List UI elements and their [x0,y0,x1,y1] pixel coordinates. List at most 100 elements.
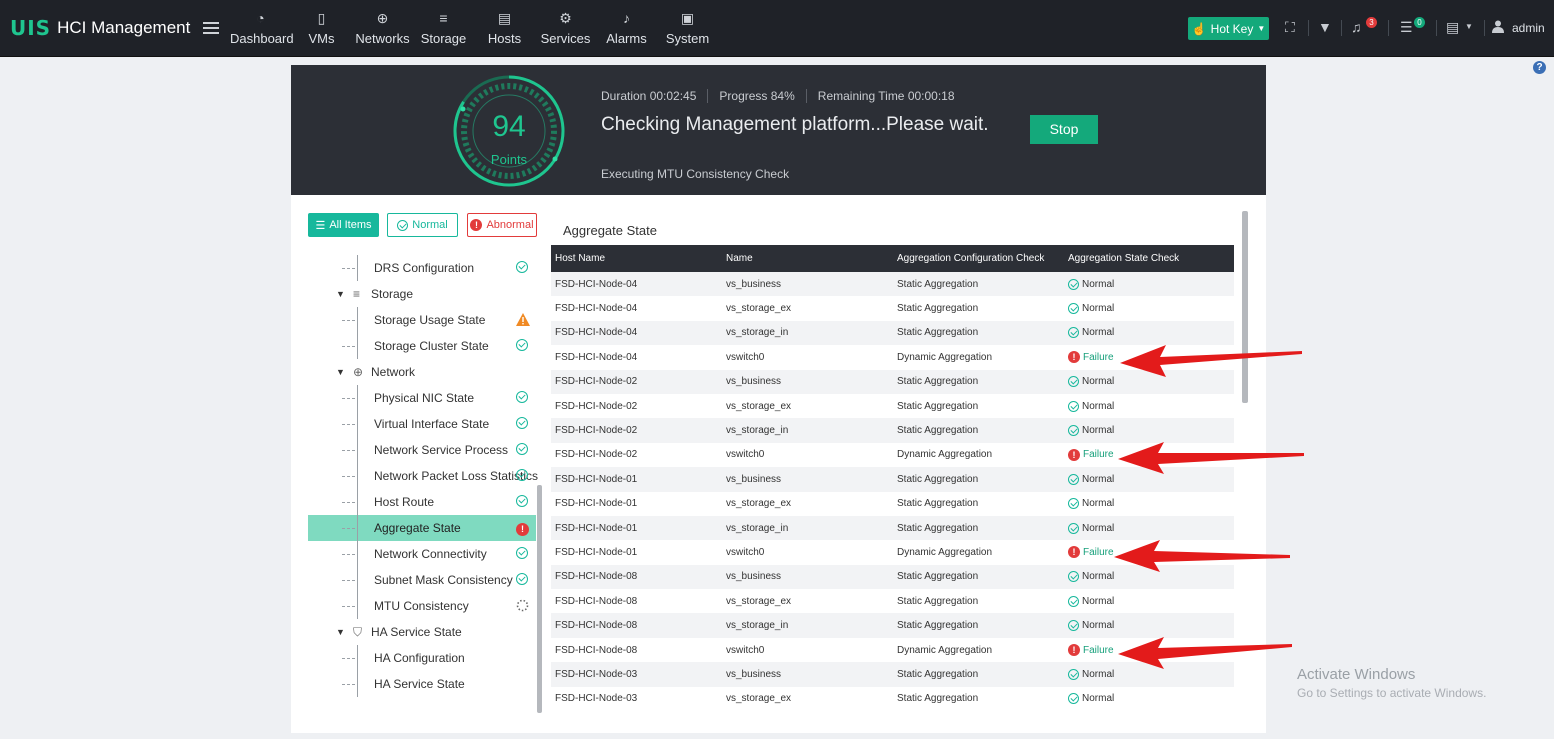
caret-down-icon[interactable]: ▼ [336,289,345,299]
table-row: FSD-HCI-Node-08 vs_storage_ex Static Aggre… [551,589,1234,613]
tree-connector [342,684,355,685]
tree-item[interactable]: DRS Configuration [308,255,536,281]
filter-all-items-button[interactable]: ☰ All Items [308,213,379,237]
fullscreen-icon[interactable]: ⛶ [1285,19,1295,36]
tree-item[interactable]: Virtual Interface State [308,411,536,437]
bell-icon: ♪ [623,10,630,26]
chevron-down-icon[interactable]: ▼ [1465,22,1473,31]
state-check-cell: Normal [1064,620,1234,632]
username[interactable]: admin [1512,21,1545,35]
nav-item-storage[interactable]: ≡ Storage [413,8,474,46]
logo-mark: UIS [10,16,52,40]
tree-item[interactable]: Network Service Process [308,437,536,463]
divider [1484,20,1485,36]
check-circle-icon [1068,571,1079,583]
config-check-cell: Static Aggregation [897,473,979,485]
nav-item-services[interactable]: ⚙ Services [535,8,596,46]
check-circle-icon [516,339,529,352]
tree-connector [342,346,355,347]
gear-icon: ⚙ [559,10,572,26]
tree-item[interactable]: HA Configuration [308,645,536,671]
tree-group[interactable]: ▼ ⛉ HA Service State [308,619,536,645]
tree-item[interactable]: Network Packet Loss Statistics [308,463,539,489]
tree-item[interactable]: MTU Consistency [308,593,536,619]
check-circle-icon [516,391,529,404]
tree-scrollbar[interactable] [537,485,542,713]
app-title: HCI Management [57,18,191,37]
switch-name-cell: vs_business [726,571,782,583]
check-circle-icon [1068,278,1079,290]
menu-toggle-icon[interactable] [203,22,219,34]
tree-connector [357,593,358,619]
hot-key-label: Hot Key [1210,21,1254,36]
tree-item-label: Virtual Interface State [374,417,490,431]
column-header-host-name[interactable]: Host Name [551,253,722,264]
nav-item-dashboard[interactable]: ◔ Dashboard [230,8,294,46]
stop-button[interactable]: Stop [1030,115,1098,144]
tree-item-label: Network Packet Loss Statistics [374,469,539,483]
activation-watermark-title: Activate Windows [1297,666,1416,683]
switch-name-cell: vswitch0 [726,644,765,656]
tree-item[interactable]: Physical NIC State [308,385,536,411]
caret-down-icon[interactable]: ▼ [336,367,345,377]
tree-connector [357,489,358,515]
annotation-arrow [1114,540,1290,572]
switch-name-cell: vs_business [726,278,782,290]
section-title: Aggregate State [563,223,657,238]
tree-item[interactable]: Storage Usage State [308,307,536,333]
tree-item-label: Network Connectivity [374,547,487,561]
alarm-count-badge: 3 [1366,17,1377,28]
chevron-down-icon: ▼ [1257,24,1266,33]
check-circle-icon [516,573,529,586]
alarm-bell-icon[interactable]: ♫ [1351,19,1362,35]
tree-connector [342,398,355,399]
tree-item-label: Aggregate State [374,521,461,535]
filter-abnormal-button[interactable]: ! Abnormal [467,213,537,237]
tree-item[interactable]: Aggregate State! [308,515,536,541]
tree-item-label: Storage Usage State [374,313,486,327]
tree-item[interactable]: Subnet Mask Consistency [308,567,536,593]
config-check-cell: Static Aggregation [897,498,979,510]
nav-item-vms[interactable]: ▯ VMs [291,8,352,46]
tree-group[interactable]: ▼ ⊕ Network [308,359,536,385]
globe-icon: ⊕ [353,365,364,379]
tree-item[interactable]: HA Service State [308,671,536,697]
user-icon[interactable] [1492,20,1504,36]
calendar-icon[interactable]: ▤ [1446,19,1459,36]
column-header-state-check[interactable]: Aggregation State Check [1064,253,1234,264]
failure-link[interactable]: Failure [1083,645,1114,656]
nav-item-system[interactable]: ▣ System [657,8,718,46]
hot-key-button[interactable]: ☝ Hot Key ▼ [1188,17,1269,40]
nav-item-alarms[interactable]: ♪ Alarms [596,8,657,46]
tree-connector [357,255,358,281]
error-icon: ! [1068,448,1080,461]
task-list-icon[interactable]: ☰ [1400,19,1413,36]
tree-item[interactable]: Network Connectivity [308,541,536,567]
error-icon: ! [1068,351,1080,364]
table-row: FSD-HCI-Node-04 vs_storage_in Static Aggre… [551,320,1234,346]
error-icon: ! [1068,644,1080,657]
nav-item-networks[interactable]: ⊕ Networks [352,8,413,46]
score-unit: Points [490,152,528,167]
failure-link[interactable]: Failure [1083,449,1114,460]
state-check-cell: Normal [1064,303,1234,315]
tree-connector [357,567,358,593]
status-text: Normal [1082,522,1115,534]
column-header-config-check[interactable]: Aggregation Configuration Check [893,253,1064,264]
failure-link[interactable]: Failure [1083,547,1114,558]
nav-item-hosts[interactable]: ▤ Hosts [474,8,535,46]
shirt-icon[interactable]: ▼ [1318,19,1332,35]
app-logo[interactable]: UIS HCI Management [10,16,190,40]
failure-link[interactable]: Failure [1083,352,1114,363]
annotation-arrow [1118,442,1304,474]
tree-item[interactable]: Storage Cluster State [308,333,536,359]
annotation-arrow [1120,345,1302,377]
filter-normal-button[interactable]: Normal [387,213,458,237]
caret-down-icon[interactable]: ▼ [336,627,345,637]
check-circle-icon [516,469,529,482]
tree-group[interactable]: ▼ ≡ Storage [308,281,536,307]
column-header-name[interactable]: Name [722,253,893,264]
help-icon[interactable]: ? [1533,61,1546,74]
tree-item[interactable]: Host Route [308,489,536,515]
host-name-cell: FSD-HCI-Node-03 [555,668,638,680]
